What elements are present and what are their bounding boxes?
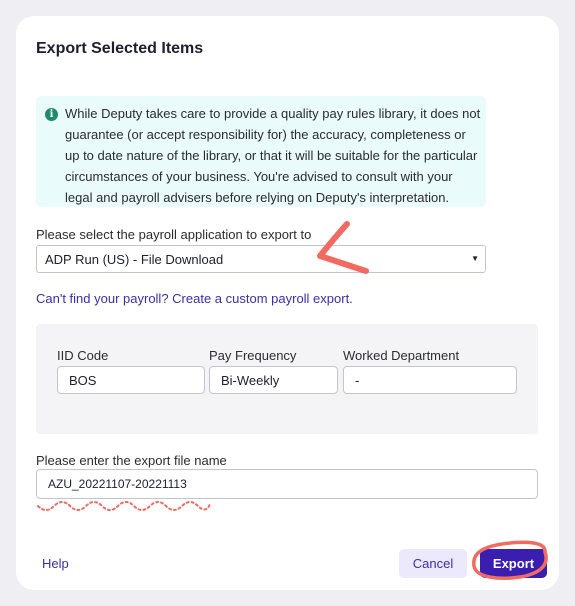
iid-code-input[interactable]: BOS	[57, 366, 205, 394]
payroll-select[interactable]: ADP Run (US) - File Download ▼	[36, 245, 486, 273]
iid-code-label: IID Code	[57, 348, 109, 363]
cancel-button[interactable]: Cancel	[399, 549, 467, 578]
pay-frequency-label: Pay Frequency	[209, 348, 297, 363]
disclaimer-notice: i While Deputy takes care to provide a q…	[36, 96, 486, 207]
custom-payroll-link[interactable]: Can't find your payroll? Create a custom…	[36, 291, 353, 306]
payroll-select-value: ADP Run (US) - File Download	[45, 252, 224, 267]
info-icon: i	[45, 108, 58, 121]
pay-frequency-input[interactable]: Bi-Weekly	[209, 366, 338, 394]
worked-department-label: Worked Department	[343, 348, 460, 363]
disclaimer-text: While Deputy takes care to provide a qua…	[65, 106, 481, 205]
payroll-select-label: Please select the payroll application to…	[36, 227, 312, 242]
help-link[interactable]: Help	[42, 556, 69, 571]
export-dialog: Export Selected Items i While Deputy tak…	[16, 16, 559, 590]
caret-down-icon: ▼	[471, 254, 479, 263]
filename-input[interactable]: AZU_20221107-20221113	[36, 469, 538, 499]
filename-label: Please enter the export file name	[36, 453, 227, 468]
export-button[interactable]: Export	[480, 549, 547, 578]
worked-department-input[interactable]: -	[343, 366, 517, 394]
payroll-fields-panel: IID Code BOS Pay Frequency Bi-Weekly Wor…	[36, 324, 538, 434]
dialog-title: Export Selected Items	[36, 40, 204, 57]
